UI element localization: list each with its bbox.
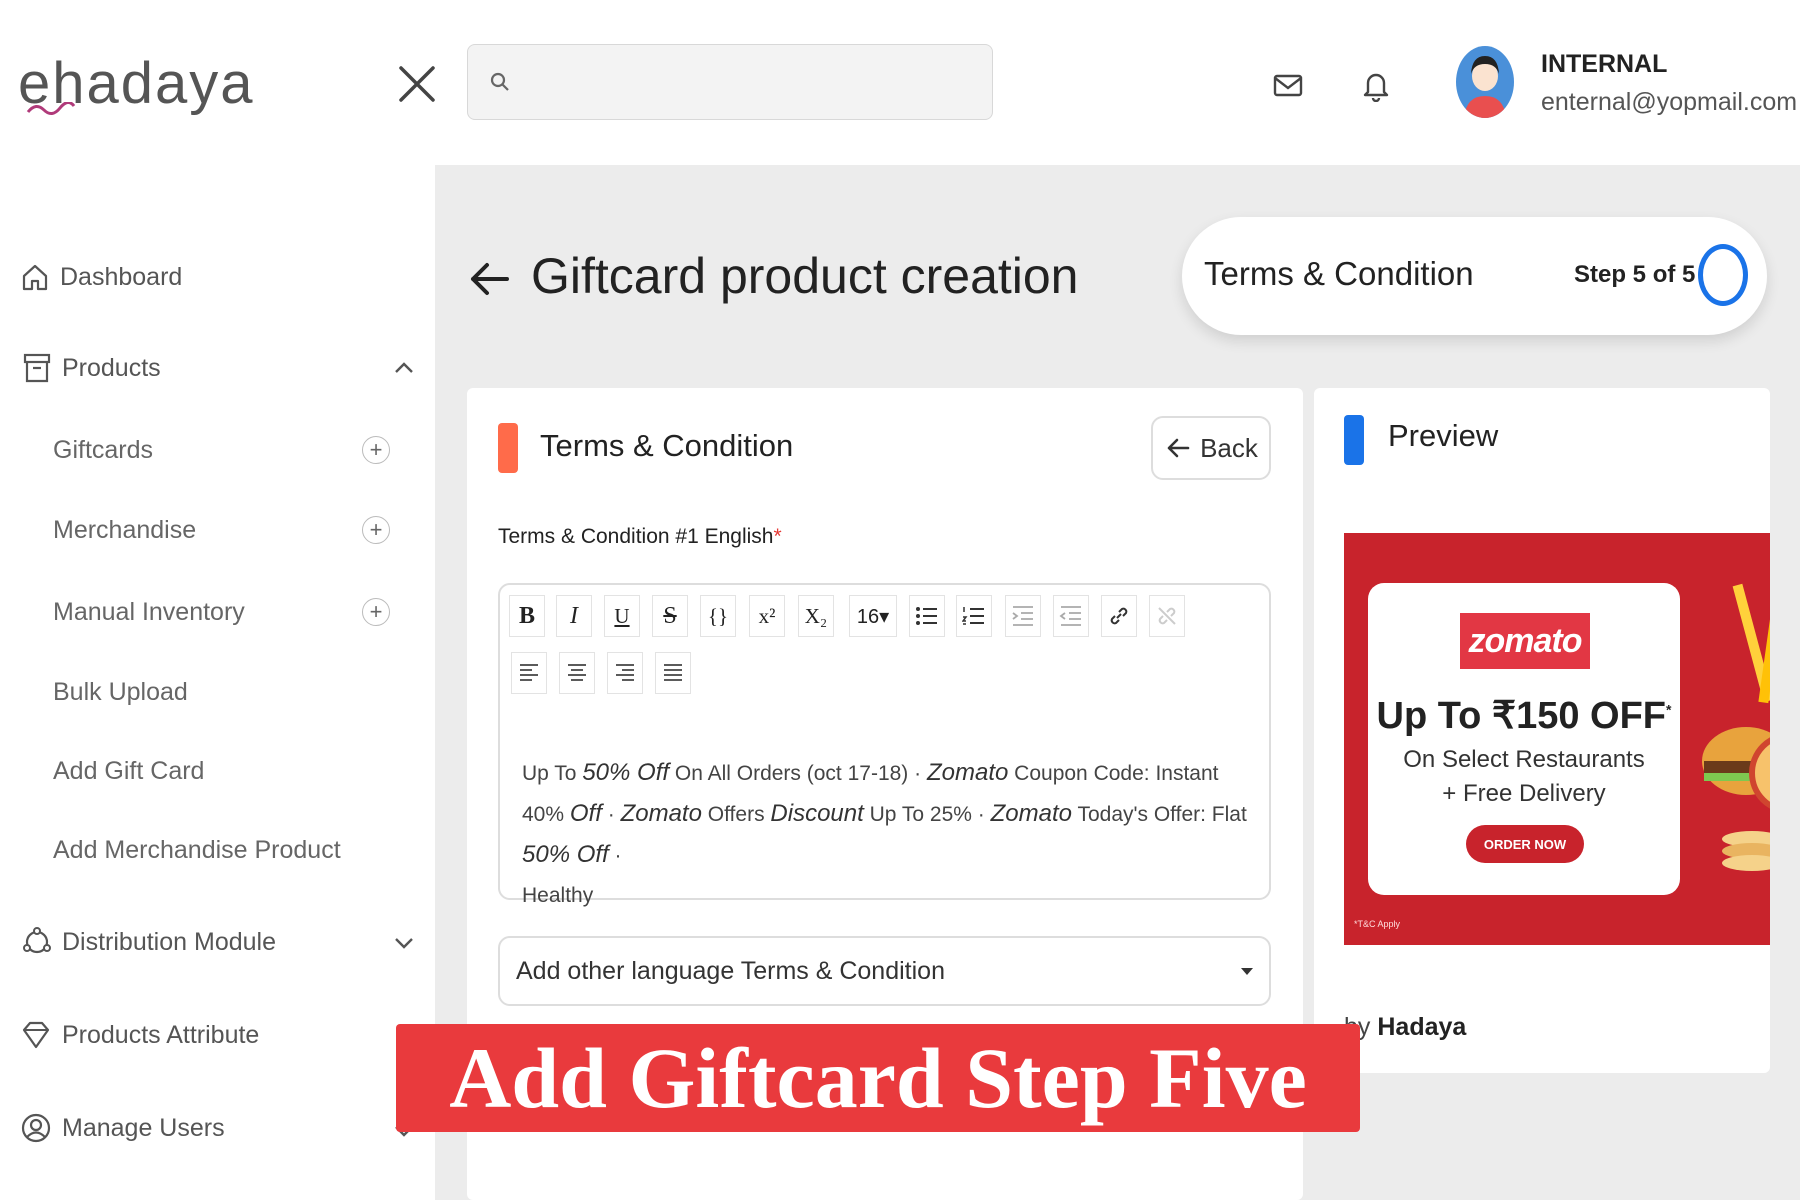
editor-content[interactable]: Up To 50% Off On All Orders (oct 17-18) … xyxy=(522,753,1257,916)
indent-icon xyxy=(1012,606,1033,626)
link-icon xyxy=(1110,607,1128,625)
mail-icon[interactable] xyxy=(1271,68,1305,102)
add-giftcard-button[interactable]: + xyxy=(362,436,390,464)
logo-wave-icon xyxy=(26,102,76,115)
outdent-icon xyxy=(1059,606,1081,626)
step-label: Terms & Condition xyxy=(1204,255,1474,292)
superscript-button[interactable]: x² xyxy=(749,595,785,637)
preview-card: Preview zomato Up To ₹150 OFF* On Select… xyxy=(1314,388,1770,1073)
step-progress-ring xyxy=(1698,244,1748,306)
align-justify-icon xyxy=(664,664,682,681)
order-now-button: ORDER NOW xyxy=(1466,825,1584,863)
subscript-button[interactable]: X₂ xyxy=(798,595,834,637)
numbered-list-icon xyxy=(962,607,984,625)
align-right-icon xyxy=(616,664,634,681)
back-button[interactable]: Back xyxy=(1151,416,1271,480)
align-center-icon xyxy=(568,664,586,681)
sidebar-item-manage-users[interactable]: Manage Users xyxy=(20,1108,225,1148)
add-merchandise-button[interactable]: + xyxy=(362,516,390,544)
rich-text-editor[interactable]: B I U S {} x² X₂ 16▾ Up To 50% Off On Al… xyxy=(498,583,1271,907)
numbered-list-button[interactable] xyxy=(956,595,992,637)
align-center-button[interactable] xyxy=(559,652,595,694)
sidebar-item-giftcards[interactable]: Giftcards xyxy=(53,430,153,470)
unlink-button[interactable] xyxy=(1149,595,1185,637)
offer-card: zomato Up To ₹150 OFF* On Select Restaur… xyxy=(1368,583,1680,895)
section-accent-bar xyxy=(498,423,518,473)
caret-down-icon xyxy=(1241,968,1253,975)
zomato-logo: zomato xyxy=(1460,613,1590,669)
offer-subtext: On Select Restaurants + Free Delivery xyxy=(1403,746,1645,807)
bell-icon[interactable] xyxy=(1359,68,1393,102)
align-left-button[interactable] xyxy=(511,652,547,694)
chevron-down-icon[interactable] xyxy=(393,932,415,954)
caption-overlay: Add Giftcard Step Five xyxy=(396,1024,1360,1132)
sidebar-item-products[interactable]: Products xyxy=(22,348,161,388)
giftcard-preview-image: zomato Up To ₹150 OFF* On Select Restaur… xyxy=(1344,533,1770,945)
preview-accent-bar xyxy=(1344,415,1364,465)
bullet-list-icon xyxy=(916,607,937,625)
strikethrough-button[interactable]: S xyxy=(652,595,688,637)
language-select[interactable]: Add other language Terms & Condition xyxy=(498,936,1271,1006)
search-input[interactable] xyxy=(524,69,964,95)
step-indicator: Terms & Condition Step 5 of 5 xyxy=(1182,217,1767,335)
close-icon[interactable] xyxy=(395,62,439,106)
italic-button[interactable]: I xyxy=(556,595,592,637)
sidebar-item-manual-inventory[interactable]: Manual Inventory xyxy=(53,592,245,632)
outdent-button[interactable] xyxy=(1053,595,1089,637)
user-circle-icon xyxy=(21,1113,51,1143)
avatar[interactable] xyxy=(1456,46,1514,118)
sidebar-item-distribution-module[interactable]: Distribution Module xyxy=(22,922,276,962)
search-bar[interactable] xyxy=(467,44,993,120)
gear-icon xyxy=(23,927,51,954)
required-asterisk: * xyxy=(773,525,782,548)
brand-attribution: by Hadaya xyxy=(1344,1013,1467,1041)
offer-headline: Up To ₹150 OFF* xyxy=(1376,695,1672,737)
sidebar-item-merchandise[interactable]: Merchandise xyxy=(53,510,196,550)
ehadaya-logo[interactable]: ehadaya xyxy=(18,48,255,118)
preview-title: Preview xyxy=(1388,418,1499,453)
home-icon xyxy=(22,264,48,291)
unlink-icon xyxy=(1158,607,1176,625)
align-left-icon xyxy=(520,664,538,681)
page-title: Giftcard product creation xyxy=(531,248,1079,304)
search-icon xyxy=(490,72,509,91)
fineprint: *T&C Apply xyxy=(1354,919,1401,929)
arrow-left-icon xyxy=(1167,438,1190,458)
bullet-list-button[interactable] xyxy=(909,595,945,637)
user-avatar-icon xyxy=(1464,56,1506,118)
back-arrow-icon[interactable] xyxy=(465,255,513,303)
sidebar-item-dashboard[interactable]: Dashboard xyxy=(20,257,182,297)
food-illustration-icon xyxy=(1702,583,1770,871)
diamond-icon xyxy=(22,1021,50,1049)
sidebar-item-add-merchandise-product[interactable]: Add Merchandise Product xyxy=(53,830,341,870)
sidebar-item-add-gift-card[interactable]: Add Gift Card xyxy=(53,751,204,791)
sidebar: Dashboard Products Giftcards + Merchandi… xyxy=(0,165,435,1200)
chevron-up-icon[interactable] xyxy=(393,357,415,379)
indent-button[interactable] xyxy=(1005,595,1041,637)
sidebar-item-products-attribute[interactable]: Products Attribute xyxy=(20,1015,259,1055)
user-email: enternal@yopmail.com xyxy=(1541,88,1798,116)
align-right-button[interactable] xyxy=(607,652,643,694)
align-justify-button[interactable] xyxy=(655,652,691,694)
terms-field-label: Terms & Condition #1 English* xyxy=(498,525,782,548)
underline-button[interactable]: U xyxy=(604,595,640,637)
archive-icon xyxy=(23,353,51,383)
add-manual-inventory-button[interactable]: + xyxy=(362,598,390,626)
user-name: INTERNAL xyxy=(1541,50,1668,78)
bold-button[interactable]: B xyxy=(509,595,545,637)
code-button[interactable]: {} xyxy=(700,595,736,637)
font-size-select[interactable]: 16▾ xyxy=(849,595,897,637)
link-button[interactable] xyxy=(1101,595,1137,637)
step-count: Step 5 of 5 xyxy=(1574,261,1696,288)
terms-card-title: Terms & Condition xyxy=(540,428,794,463)
sidebar-item-bulk-upload[interactable]: Bulk Upload xyxy=(53,672,188,712)
